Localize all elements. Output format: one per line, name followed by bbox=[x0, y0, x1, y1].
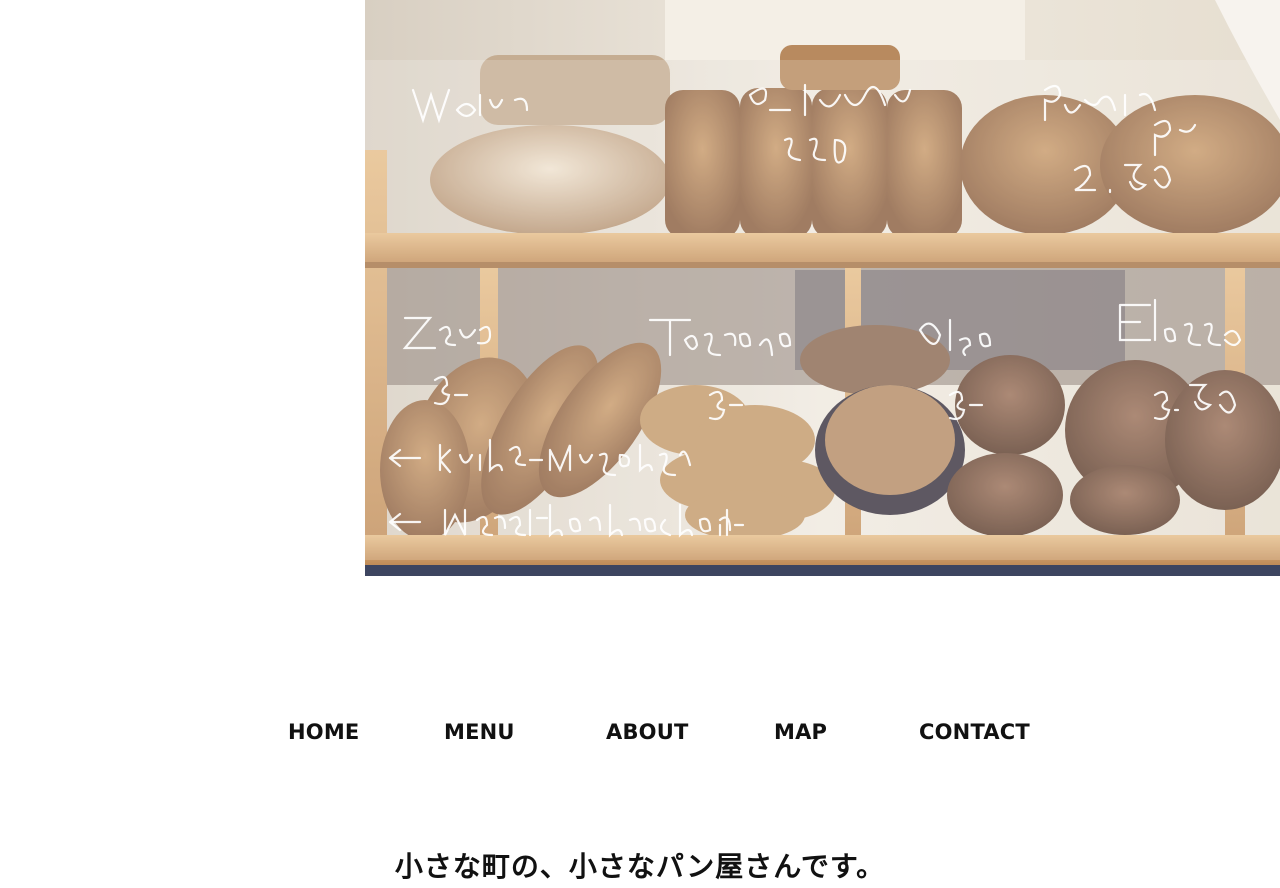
main-nav: HOME MENU ABOUT MAP CONTACT bbox=[0, 716, 1280, 748]
nav-item-map[interactable]: MAP bbox=[774, 716, 827, 748]
nav-item-menu[interactable]: MENU bbox=[444, 716, 515, 748]
bakery-shelves-photo bbox=[365, 0, 1280, 576]
hero-image bbox=[365, 0, 1280, 576]
page-tagline: 小さな町の、小さなパン屋さんです。 bbox=[394, 849, 886, 883]
nav-item-home[interactable]: HOME bbox=[288, 716, 359, 748]
nav-item-about[interactable]: ABOUT bbox=[606, 716, 689, 748]
nav-item-contact[interactable]: CONTACT bbox=[919, 716, 1030, 748]
page: HOME MENU ABOUT MAP CONTACT 小さな町の、小さなパン屋… bbox=[0, 0, 1280, 888]
